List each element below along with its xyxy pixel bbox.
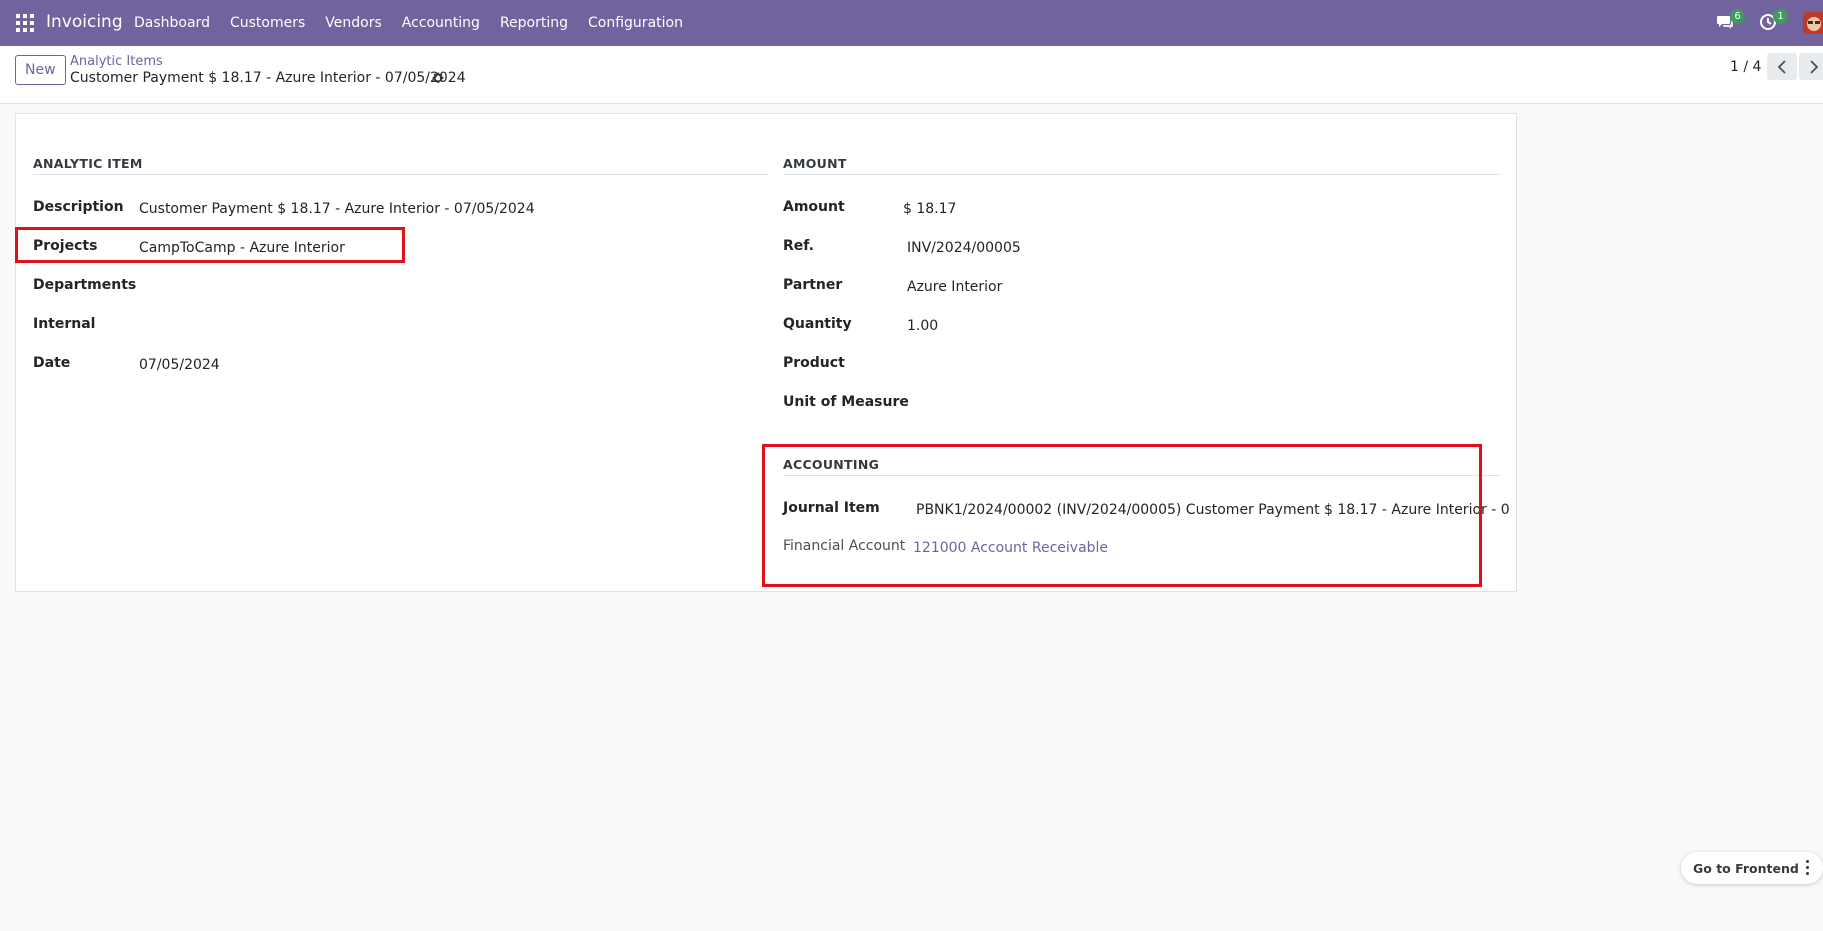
menu-dashboard[interactable]: Dashboard [134, 15, 210, 31]
projects-highlight-box [15, 227, 405, 263]
date-label: Date [33, 355, 71, 371]
pager-previous-button[interactable] [1767, 53, 1797, 80]
menu-configuration[interactable]: Configuration [588, 15, 683, 31]
ref-field[interactable]: INV/2024/00005 [907, 240, 1021, 256]
amount-label: Amount [783, 199, 845, 215]
pager-next-button[interactable] [1799, 53, 1823, 80]
date-field[interactable]: 07/05/2024 [139, 357, 220, 373]
apps-grid-icon[interactable] [16, 14, 34, 32]
analytic-item-divider [33, 174, 768, 175]
main-menu: Dashboard Customers Vendors Accounting R… [134, 15, 703, 31]
accounting-highlight-box [762, 444, 1482, 587]
new-button[interactable]: New [15, 55, 66, 85]
go-to-frontend-button[interactable]: Go to Frontend [1693, 861, 1799, 876]
app-name[interactable]: Invoicing [46, 12, 123, 32]
amount-group-title: AMOUNT [783, 156, 847, 171]
menu-vendors[interactable]: Vendors [325, 15, 381, 31]
control-panel: New Analytic Items Customer Payment $ 18… [0, 46, 1823, 104]
amount-divider [783, 174, 1501, 175]
partner-field[interactable]: Azure Interior [907, 279, 1002, 295]
description-label: Description [33, 199, 124, 215]
menu-accounting[interactable]: Accounting [402, 15, 480, 31]
chevron-right-icon [1810, 59, 1819, 74]
analytic-item-group-title: ANALYTIC ITEM [33, 156, 143, 171]
kebab-menu-icon[interactable] [1806, 860, 1810, 876]
top-navbar: Invoicing Dashboard Customers Vendors Ac… [0, 0, 1823, 46]
departments-label: Departments [33, 277, 137, 293]
quantity-label: Quantity [783, 316, 852, 332]
pager-value[interactable]: 1 / 4 [1730, 59, 1761, 75]
menu-customers[interactable]: Customers [230, 15, 305, 31]
menu-reporting[interactable]: Reporting [500, 15, 568, 31]
go-to-frontend-widget: Go to Frontend [1681, 852, 1823, 884]
partner-label: Partner [783, 277, 843, 293]
gear-icon[interactable] [431, 71, 445, 85]
user-avatar[interactable] [1803, 12, 1823, 34]
internal-label: Internal [33, 316, 96, 332]
record-title: Customer Payment $ 18.17 - Azure Interio… [70, 70, 466, 86]
amount-field[interactable]: $ 18.17 [903, 201, 956, 217]
product-label: Product [783, 355, 845, 371]
messages-badge: 6 [1730, 9, 1745, 24]
ref-label: Ref. [783, 238, 814, 254]
description-field[interactable]: Customer Payment $ 18.17 - Azure Interio… [139, 201, 535, 217]
quantity-field[interactable]: 1.00 [907, 318, 938, 334]
activities-badge: 1 [1773, 9, 1788, 24]
breadcrumb-analytic-items[interactable]: Analytic Items [70, 54, 163, 69]
chevron-left-icon [1777, 59, 1786, 74]
unit-of-measure-label: Unit of Measure [783, 394, 909, 410]
